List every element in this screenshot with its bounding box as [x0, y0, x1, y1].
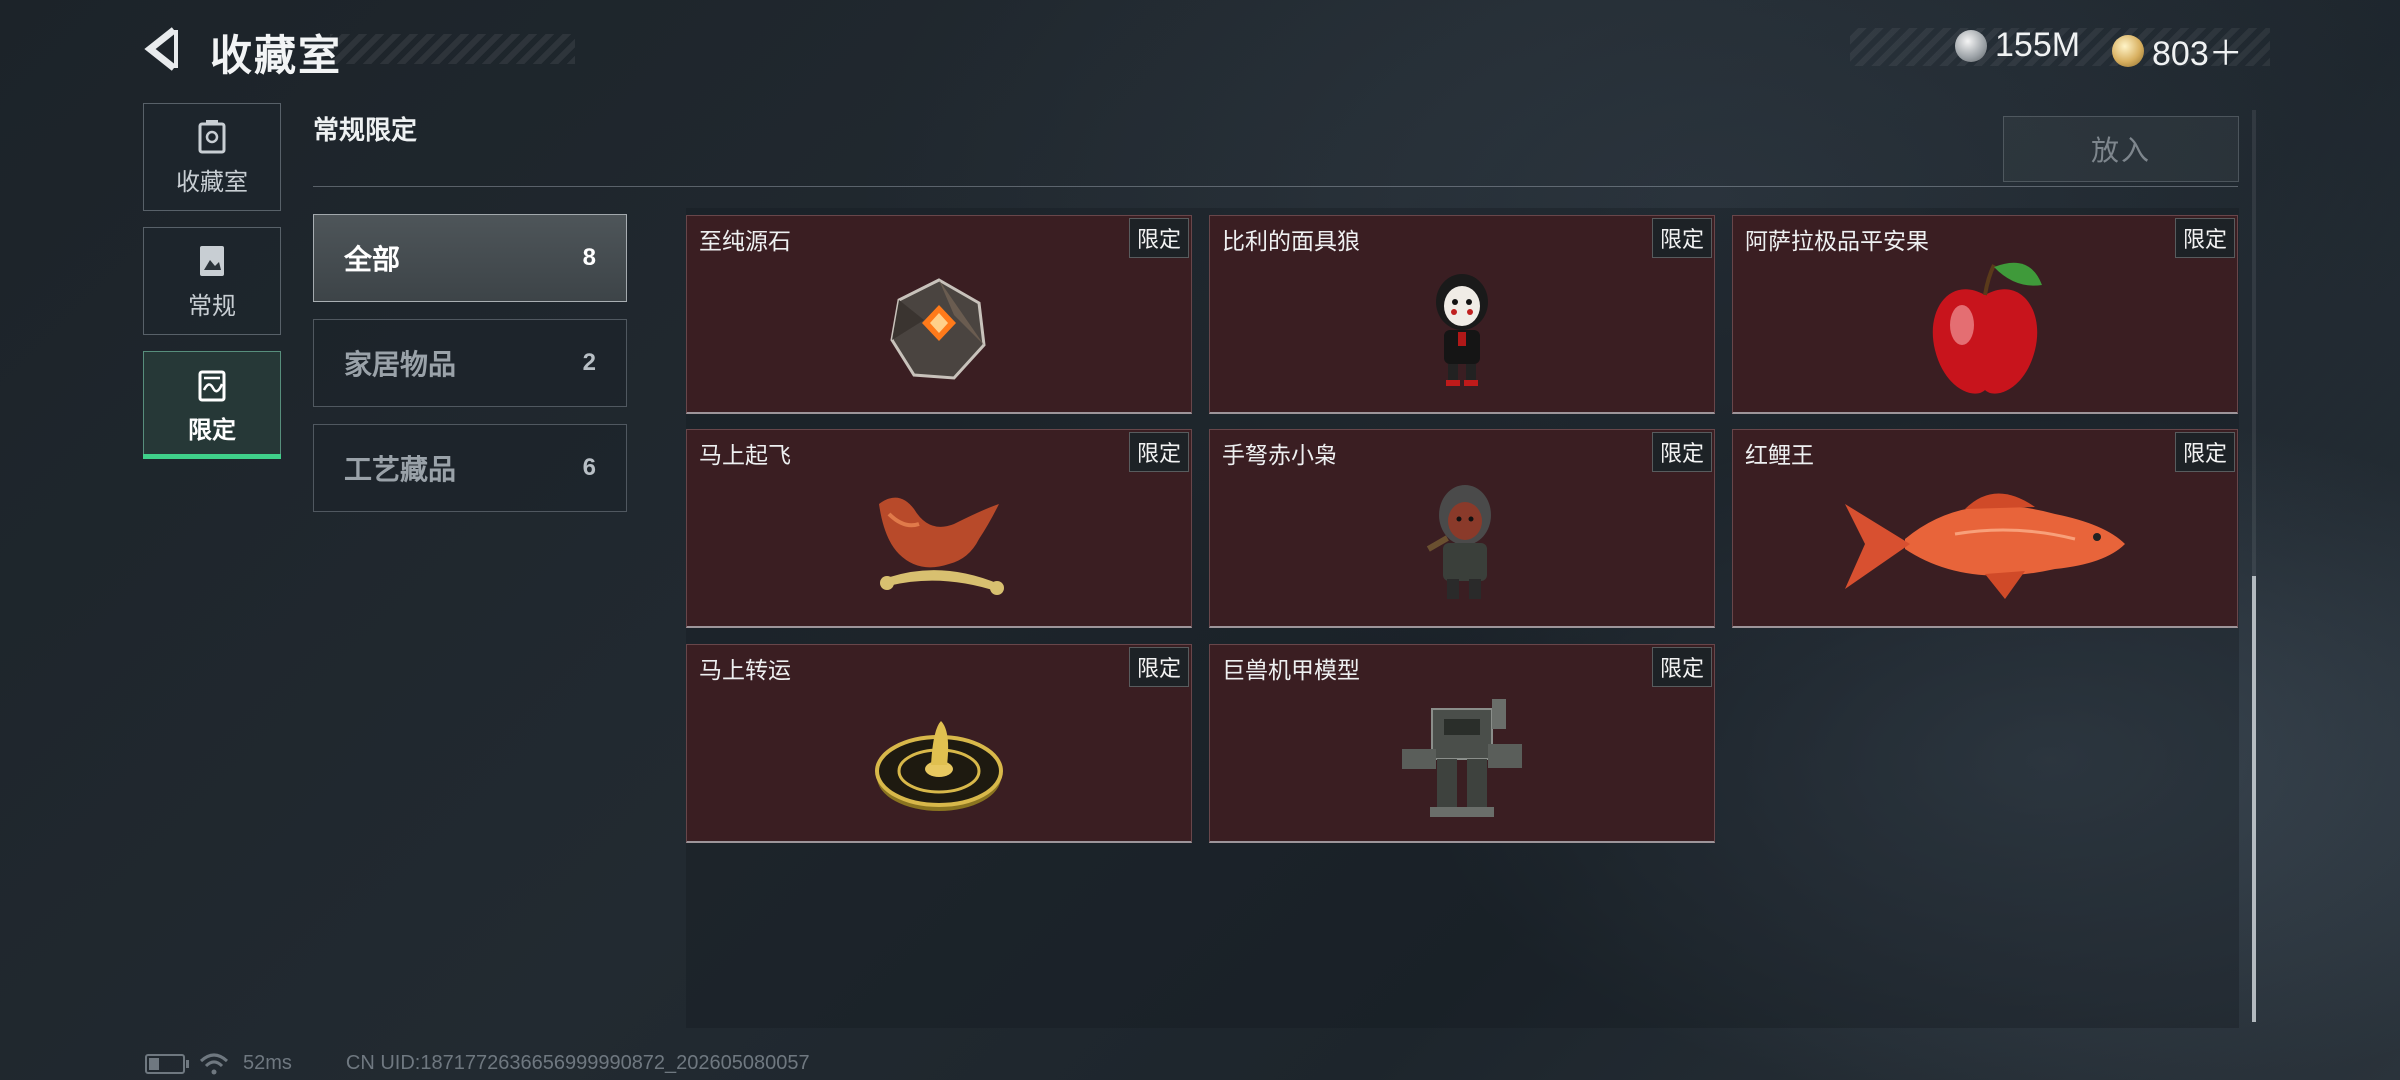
item-card[interactable]: 马上起飞 限定: [686, 429, 1192, 628]
wifi-icon: [199, 1053, 229, 1074]
back-arrow-icon: [144, 27, 178, 71]
item-card[interactable]: 至纯源石 限定: [686, 215, 1192, 414]
limited-tag: 限定: [2174, 218, 2235, 258]
masked-doll-icon: [1436, 273, 1488, 386]
gold-coin-icon: [2112, 34, 2144, 67]
scrollbar-thumb[interactable]: [2252, 576, 2256, 1022]
horse-statue-icon: [879, 497, 1004, 595]
currency-gold[interactable]: 803＋: [2112, 26, 2243, 75]
battery-icon: [145, 1053, 189, 1074]
item-card[interactable]: 马上转运 限定: [686, 644, 1192, 843]
item-card[interactable]: 比利的面具狼 限定: [1209, 215, 1715, 414]
section-title: 常规限定: [313, 115, 418, 145]
status-bar: 52ms CN UID:1871772636656999990872_20260…: [145, 1052, 810, 1075]
currency-silver-value: 155M: [1995, 26, 2081, 64]
item-card[interactable]: 阿萨拉极品平安果 限定: [1732, 215, 2238, 414]
limited-tag: 限定: [1128, 218, 1189, 258]
put-in-button[interactable]: 放入: [2003, 116, 2239, 182]
limited-tag: 限定: [2174, 432, 2235, 472]
item-card[interactable]: 巨兽机甲模型 限定: [1209, 644, 1715, 843]
mech-model-icon: [1402, 698, 1522, 817]
limited-tag: 限定: [1128, 647, 1189, 687]
currency-silver[interactable]: 155M: [1955, 26, 2080, 65]
fortune-wheel-icon: [875, 720, 1003, 811]
nav-item-collection-room[interactable]: 收藏室: [143, 103, 281, 211]
category-household[interactable]: 家居物品 2: [313, 319, 627, 407]
silver-coin-icon: [1955, 29, 1987, 62]
nav-item-limited[interactable]: 限定: [143, 351, 281, 459]
title-decoration: [330, 34, 575, 64]
apple-icon: [1932, 262, 2042, 394]
uid-text: CN UID:1871772636656999990872_2026050800…: [345, 1052, 810, 1074]
category-list: 全部 8 家居物品 2 工艺藏品 6: [313, 214, 629, 529]
limited-tag: 限定: [1651, 218, 1712, 258]
side-nav: 收藏室 常规 限定: [143, 103, 281, 475]
carp-fish-icon: [1845, 493, 2125, 599]
item-card[interactable]: 手弩赤小枭 限定: [1209, 429, 1715, 628]
back-button[interactable]: [140, 24, 190, 74]
page-title: 收藏室: [210, 32, 343, 79]
ping-value: 52ms: [243, 1052, 292, 1074]
limited-tag: 限定: [1651, 647, 1712, 687]
category-all[interactable]: 全部 8: [313, 214, 627, 302]
collection-room-icon: [198, 119, 226, 153]
category-crafts[interactable]: 工艺藏品 6: [313, 424, 627, 512]
limited-tag: 限定: [1651, 432, 1712, 472]
divider: [313, 186, 2238, 187]
limited-icon: [198, 370, 226, 401]
nav-item-regular[interactable]: 常规: [143, 227, 281, 335]
item-card[interactable]: 红鲤王 限定: [1732, 429, 2238, 628]
crystal-stone-icon: [890, 277, 986, 380]
regular-icon: [200, 245, 224, 276]
limited-tag: 限定: [1128, 432, 1189, 472]
currency-gold-value: 803＋: [2152, 35, 2243, 73]
hooded-figure-icon: [1426, 484, 1491, 599]
